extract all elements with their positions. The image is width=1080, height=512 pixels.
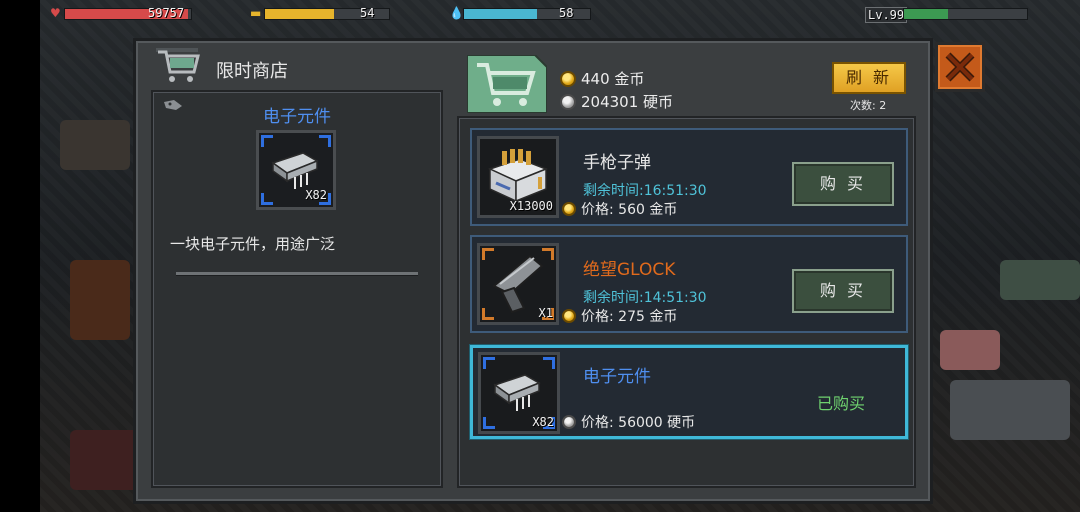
shopping-cart-icon: [156, 48, 200, 82]
water-drop-icon: 💧: [449, 6, 464, 20]
shop-item-card[interactable]: X1 绝望GLOCK 剩余时间:14:51:30 价格: 275 金币 购 买: [470, 235, 908, 333]
shop-title: 限时商店: [216, 61, 288, 82]
heart-icon: ♥: [50, 6, 61, 20]
gold-amount: 440 金币: [581, 70, 645, 88]
item-quantity: X13000: [509, 199, 553, 213]
item-price-text: 价格: 560 金币: [581, 202, 678, 218]
water-value: 58: [559, 6, 574, 20]
food-bar: ▬ 54: [250, 6, 390, 22]
bread-icon: ▬: [250, 6, 262, 20]
letterbox-left: [0, 0, 40, 512]
item-price: 价格: 275 金币: [562, 306, 677, 326]
gold-coin-icon: [560, 70, 576, 87]
water-fill: [464, 9, 538, 19]
gold-coin-icon: [562, 202, 576, 216]
silver-balance: 204301 硬币: [560, 91, 673, 112]
level-label: Lv.99: [865, 7, 908, 23]
food-value: 54: [360, 6, 375, 20]
item-image: X82: [478, 352, 560, 434]
item-timer: 剩余时间:14:51:30: [583, 290, 707, 306]
refresh-button[interactable]: 刷 新: [832, 62, 906, 94]
hp-bar: ♥ 59757: [50, 6, 192, 22]
item-price-text: 价格: 275 金币: [581, 309, 678, 325]
level-fill: [904, 9, 949, 19]
detail-description: 一块电子元件，用途广泛: [170, 235, 336, 253]
detail-divider: [176, 272, 418, 276]
item-image: X1: [477, 243, 559, 325]
item-timer: 剩余时间:16:51:30: [583, 183, 707, 199]
shop-item-card[interactable]: X13000 手枪子弹 剩余时间:16:51:30 价格: 560 金币 购 买: [470, 128, 908, 226]
buy-button[interactable]: 购 买: [792, 162, 894, 206]
silver-amount: 204301 硬币: [581, 93, 674, 111]
purchased-label: 已购买: [817, 394, 866, 413]
water-bar: 💧 58: [449, 6, 591, 22]
item-quantity: X1: [538, 306, 553, 320]
shop-item-card-selected[interactable]: X82 电子元件 价格: 56000 硬币 已购买: [470, 345, 908, 439]
silver-coin-icon: [562, 415, 576, 429]
level-bar: Lv.99: [865, 6, 1028, 23]
item-name: 绝望GLOCK: [583, 260, 676, 280]
detail-quantity: X82: [305, 188, 327, 202]
silver-coin-icon: [560, 93, 576, 110]
item-price: 价格: 560 金币: [562, 199, 677, 219]
gold-balance: 440 金币: [560, 68, 644, 89]
item-quantity: X82: [532, 415, 554, 429]
item-price-text: 价格: 56000 硬币: [581, 415, 696, 431]
item-name: 电子元件: [583, 367, 651, 387]
refresh-count: 次数: 2: [850, 99, 887, 112]
item-image: X13000: [477, 136, 559, 218]
food-fill: [265, 9, 335, 19]
close-icon: [945, 52, 975, 82]
detail-item-name: 电子元件: [263, 107, 331, 127]
hp-value: 59757: [148, 6, 185, 20]
close-button[interactable]: [935, 42, 985, 92]
detail-item-image: X82: [256, 130, 336, 210]
cart-tab-icon[interactable]: [467, 55, 547, 113]
gold-coin-icon: [562, 309, 576, 323]
item-price: 价格: 56000 硬币: [562, 412, 695, 432]
buy-button[interactable]: 购 买: [792, 269, 894, 313]
item-name: 手枪子弹: [583, 153, 651, 173]
